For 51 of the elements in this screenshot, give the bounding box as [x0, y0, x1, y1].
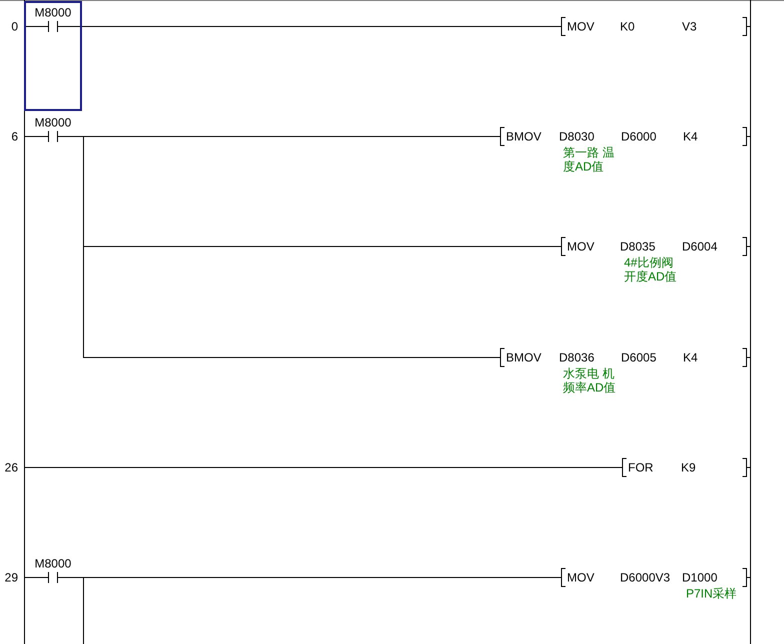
step-number: 6 — [11, 130, 18, 144]
contact-icon — [48, 21, 58, 32]
contact-icon — [48, 131, 58, 142]
left-bracket-icon — [500, 127, 505, 146]
device-comment: 水泵电 机 — [563, 366, 614, 380]
instruction-name: MOV — [567, 20, 594, 34]
instruction-name: MOV — [567, 240, 594, 254]
right-bracket-icon — [742, 348, 751, 367]
left-bracket-icon — [561, 17, 566, 36]
operand: D8030 — [559, 130, 594, 144]
left-bracket-icon — [500, 348, 505, 367]
rung-wire — [24, 136, 48, 137]
operand: D1000 — [682, 570, 718, 584]
device-comment: 频率AD值 — [563, 380, 616, 394]
operand: D6005 — [621, 350, 656, 364]
operand: K4 — [683, 350, 698, 364]
right-bracket-icon — [742, 237, 751, 256]
step-number: 29 — [4, 570, 18, 584]
operand: K4 — [683, 130, 698, 144]
operand: D6000 — [621, 130, 656, 144]
left-bracket-icon — [622, 458, 627, 477]
rung-wire — [24, 26, 48, 27]
contact-label: M8000 — [34, 556, 72, 570]
step-number: 0 — [11, 20, 18, 34]
contact-icon — [48, 572, 58, 583]
step-number: 26 — [4, 460, 18, 474]
device-comment: 度AD值 — [563, 160, 604, 174]
device-comment: 第一路 温 — [563, 146, 614, 160]
left-bracket-icon — [561, 237, 566, 256]
contact-label: M8000 — [34, 116, 72, 130]
operand: D8036 — [559, 350, 594, 364]
right-bracket-icon — [742, 17, 751, 36]
device-comment: P7IN采样 — [686, 586, 737, 600]
rung-wire — [24, 577, 48, 578]
instruction-name: MOV — [567, 570, 594, 584]
operand: D6000V3 — [620, 570, 670, 584]
operand: K0 — [620, 20, 635, 34]
device-comment: 开度AD值 — [624, 270, 677, 284]
operand: K9 — [681, 460, 696, 474]
instruction-name: FOR — [628, 460, 654, 474]
right-bracket-icon — [742, 127, 751, 146]
operand: D6004 — [682, 240, 718, 254]
operand: D8035 — [620, 240, 656, 254]
device-comment: 4#比例阀 — [624, 256, 674, 270]
right-bracket-icon — [742, 458, 751, 477]
instruction-name: BMOV — [506, 350, 542, 364]
left-bracket-icon — [561, 568, 566, 587]
operand: V3 — [682, 20, 697, 34]
instruction-name: BMOV — [506, 130, 542, 144]
right-bracket-icon — [742, 568, 751, 587]
contact-label: M8000 — [34, 6, 72, 20]
